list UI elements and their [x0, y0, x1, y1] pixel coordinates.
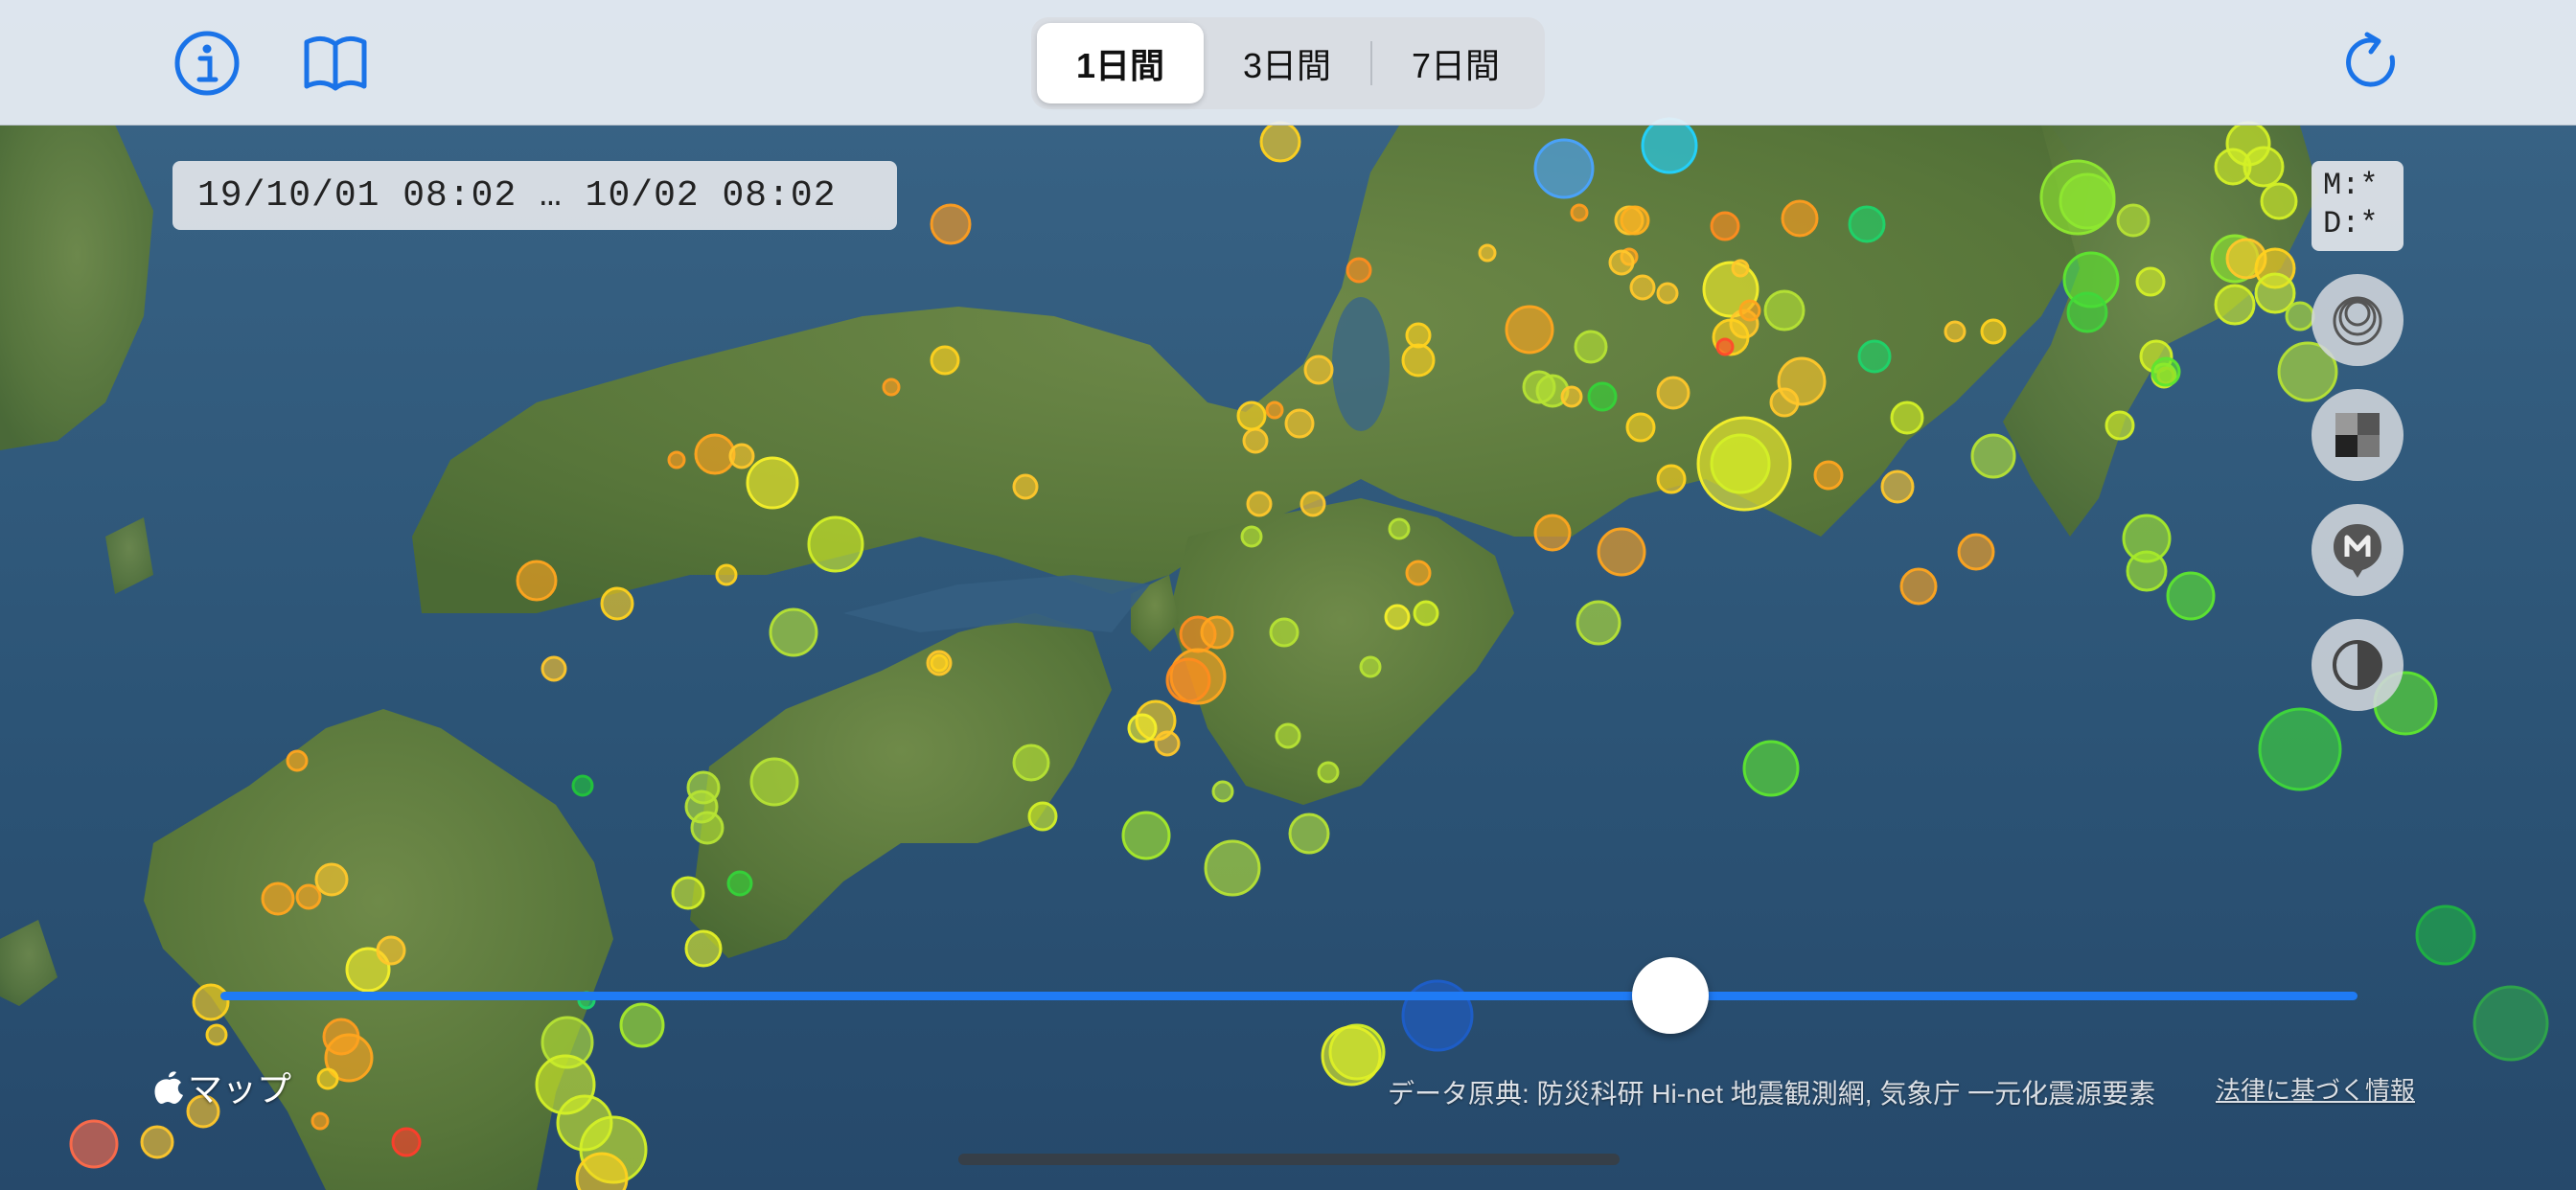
half-circle-icon [2333, 640, 2382, 690]
period-1day-tab[interactable]: 1日間 [1037, 23, 1204, 103]
depth-view-button[interactable] [2312, 274, 2404, 366]
map-style-button[interactable] [2312, 389, 2404, 481]
top-toolbar: 1日間 3日間 7日間 [0, 0, 2576, 126]
maps-label: マップ [188, 1069, 292, 1109]
refresh-icon[interactable] [2338, 29, 2407, 98]
apple-maps-logo: マップ [153, 1062, 291, 1111]
depth-filter-label: D:* [2323, 206, 2379, 241]
magnitude-filter-label: M:* [2323, 168, 2379, 203]
period-3day-tab[interactable]: 3日間 [1204, 23, 1370, 103]
magnitude-marker-button[interactable] [2312, 504, 2404, 596]
timeline-slider-track[interactable] [220, 992, 2358, 1000]
concentric-circles-icon [2333, 296, 2382, 346]
date-range-label: 19/10/01 08:02 … 10/02 08:02 [172, 161, 897, 230]
apple-icon [154, 1071, 183, 1104]
book-icon[interactable] [301, 29, 370, 98]
info-icon[interactable] [172, 29, 242, 98]
legal-info-link[interactable]: 法律に基づく情報 [2216, 1071, 2415, 1107]
home-indicator [958, 1154, 1620, 1165]
contrast-button[interactable] [2312, 619, 2404, 711]
period-segmented-control: 1日間 3日間 7日間 [1031, 17, 1545, 109]
period-7day-tab[interactable]: 7日間 [1372, 23, 1539, 103]
data-source-credit: データ原典: 防災科研 Hi-net 地震観測網, 気象庁 一元化震源要素 [1388, 1079, 2156, 1109]
timeline-slider-thumb[interactable] [1632, 957, 1709, 1034]
magnitude-depth-filter[interactable]: M:* D:* [2312, 161, 2404, 251]
tiles-icon [2335, 413, 2380, 457]
m-pin-icon [2334, 524, 2381, 578]
